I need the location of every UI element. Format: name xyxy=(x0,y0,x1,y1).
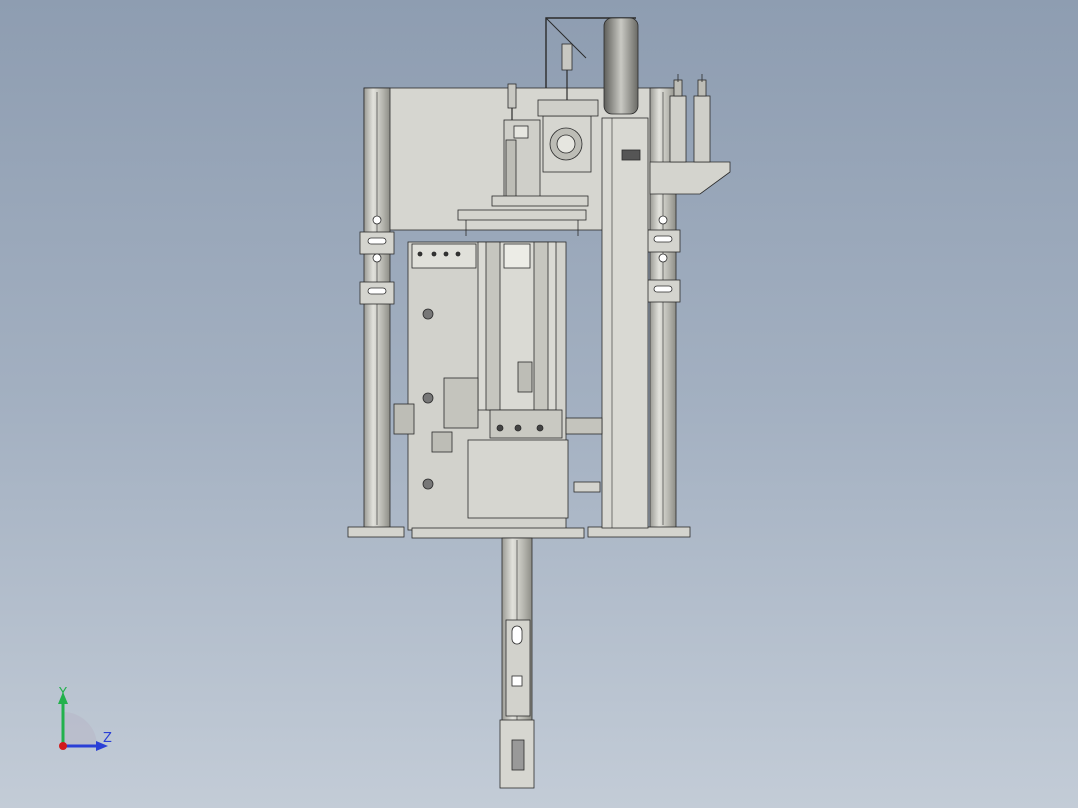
clamp-block xyxy=(489,409,563,439)
feed-roller xyxy=(603,17,639,115)
model-part xyxy=(455,251,461,257)
model-part xyxy=(673,79,683,97)
right-bumper xyxy=(565,417,603,435)
y-axis-label: Y xyxy=(59,686,67,701)
model-part xyxy=(496,424,504,432)
model-part xyxy=(514,424,522,432)
lower-body xyxy=(467,439,569,519)
model-part xyxy=(511,625,523,645)
right-column xyxy=(601,117,649,529)
model-part xyxy=(621,149,641,161)
model-part xyxy=(513,125,529,139)
base-plate xyxy=(411,527,585,539)
model-part xyxy=(533,241,549,411)
model-part xyxy=(511,739,525,771)
model-part xyxy=(431,431,453,453)
model-part xyxy=(517,361,533,393)
model-part xyxy=(372,215,382,225)
side-shelf xyxy=(649,161,731,195)
model-part xyxy=(431,251,437,257)
model-part xyxy=(556,134,576,154)
cad-viewport[interactable]: Y Z xyxy=(0,0,1078,808)
upper-crossbar xyxy=(457,209,587,221)
model-part xyxy=(422,478,434,490)
model-part xyxy=(491,195,589,207)
model-part xyxy=(658,253,668,263)
cylinder-2 xyxy=(693,95,711,163)
model-part xyxy=(503,243,531,269)
cylinder-1 xyxy=(669,95,687,163)
model-part xyxy=(411,243,477,269)
right-foot-plate xyxy=(587,526,691,538)
model-part xyxy=(422,392,434,404)
model-part xyxy=(367,237,387,245)
model-part xyxy=(536,424,544,432)
model-part xyxy=(537,99,599,117)
model-part xyxy=(367,287,387,295)
model-part xyxy=(417,251,423,257)
model-part xyxy=(372,253,382,263)
model-part xyxy=(485,241,501,411)
model-part xyxy=(511,675,523,687)
assembly-model[interactable] xyxy=(0,0,1078,808)
model-part xyxy=(697,79,707,97)
left-foot-plate xyxy=(347,526,405,538)
model-part xyxy=(561,43,573,71)
model-part xyxy=(443,377,479,429)
model-part xyxy=(422,308,434,320)
model-part xyxy=(505,139,517,201)
left-bumper xyxy=(393,403,415,435)
z-axis-label: Z xyxy=(103,731,112,746)
model-part xyxy=(653,285,673,293)
model-part xyxy=(653,235,673,243)
model-part xyxy=(443,251,449,257)
model-part xyxy=(573,481,601,493)
model-part xyxy=(507,83,517,109)
model-part xyxy=(63,712,97,746)
model-part xyxy=(59,742,67,750)
model-part xyxy=(658,215,668,225)
